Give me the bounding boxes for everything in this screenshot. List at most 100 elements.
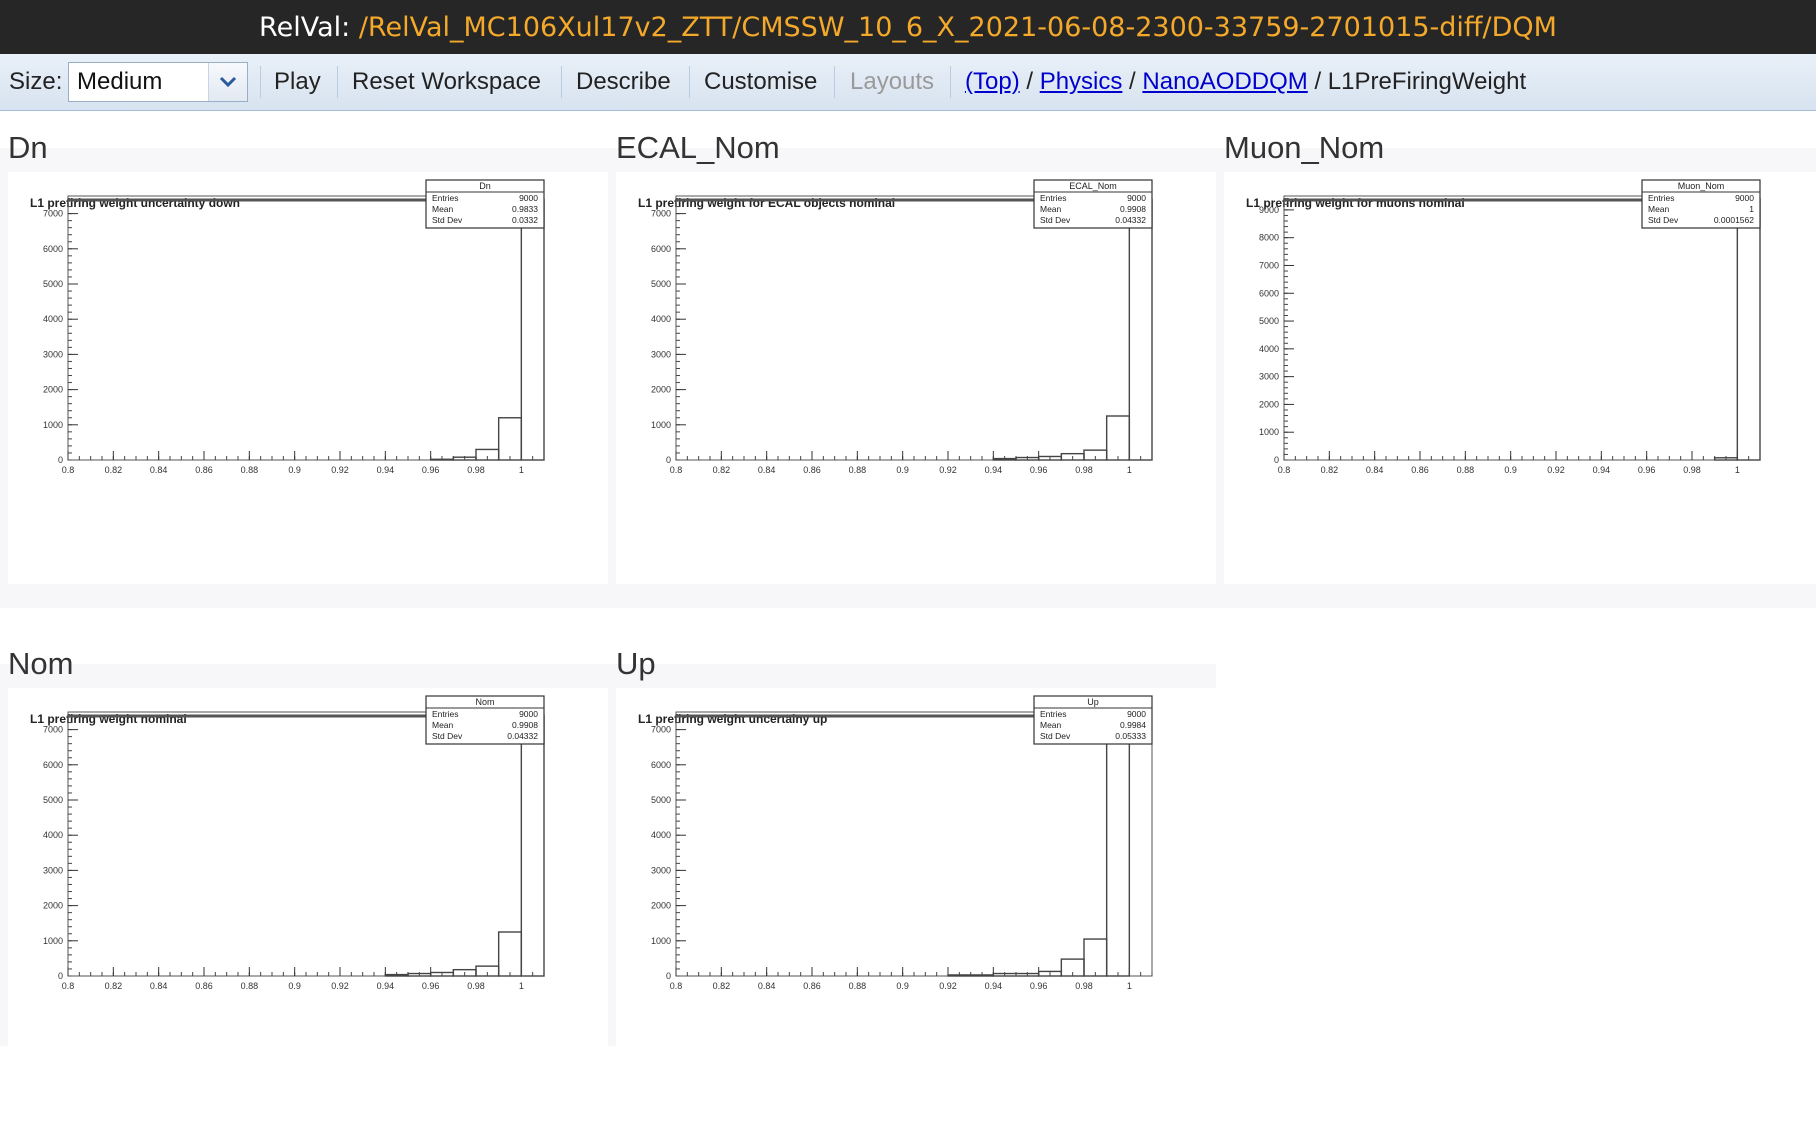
stats-title: Up xyxy=(1087,697,1099,707)
layouts-button[interactable]: Layouts xyxy=(850,54,934,110)
size-select[interactable]: Medium xyxy=(68,62,248,102)
stats-value: 9000 xyxy=(1127,193,1146,203)
x-tick-label: 0.96 xyxy=(1638,465,1656,475)
size-select-value: Medium xyxy=(77,68,163,95)
plot-frame xyxy=(67,195,545,461)
histogram-panel-nom[interactable]: Nom L1 prefiring weight nominal 0.8 0.82 0.… xyxy=(8,646,608,1126)
histogram-bin xyxy=(1105,415,1131,461)
histogram-chart: L1 prefiring weight for ECAL objects nom… xyxy=(638,179,1153,475)
histogram-panel-ecal-nom[interactable]: ECAL_Nom L1 prefiring weight for ECAL ob… xyxy=(616,130,1216,610)
y-tick-label: 4000 xyxy=(651,830,671,840)
plot-frame xyxy=(67,711,545,977)
x-tick-label: 0.82 xyxy=(105,981,123,991)
x-tick-label: 0.88 xyxy=(849,465,867,475)
x-tick-label: 0.94 xyxy=(377,465,395,475)
histogram-bin xyxy=(429,458,455,461)
y-tick-label: 0 xyxy=(666,455,671,465)
x-tick-label: 0.94 xyxy=(985,465,1003,475)
breadcrumb-top[interactable]: (Top) xyxy=(965,68,1020,95)
x-tick-label: 0.84 xyxy=(1366,465,1384,475)
x-tick-label: 0.8 xyxy=(670,465,683,475)
toolbar-separator xyxy=(950,66,951,98)
x-tick-label: 0.92 xyxy=(331,465,349,475)
y-tick-label: 5000 xyxy=(651,279,671,289)
breadcrumb-physics[interactable]: Physics xyxy=(1040,68,1123,95)
y-tick-label: 7000 xyxy=(1259,260,1279,270)
histogram-bin xyxy=(497,931,523,977)
y-tick-label: 5000 xyxy=(651,795,671,805)
histogram-plot[interactable]: L1 prefiring weight nominal 0.8 0.82 0.84 0.… xyxy=(8,688,608,1100)
histogram-plot[interactable]: L1 prefiring weight uncertainy up 0.8 0.82… xyxy=(616,688,1216,1100)
histogram-plot[interactable]: L1 prefiring weight for ECAL objects nom… xyxy=(616,172,1216,584)
x-tick-label: 0.88 xyxy=(241,981,259,991)
x-tick-label: 0.94 xyxy=(1593,465,1611,475)
customise-button[interactable]: Customise xyxy=(704,54,817,110)
y-tick-label: 4000 xyxy=(1259,344,1279,354)
x-tick-label: 0.86 xyxy=(195,981,213,991)
x-tick-label: 0.88 xyxy=(241,465,259,475)
x-tick-label: 0.96 xyxy=(422,981,440,991)
panel-title: ECAL_Nom xyxy=(616,130,780,165)
plot-frame xyxy=(675,711,1153,977)
stats-value: 0.05333 xyxy=(1115,731,1146,741)
histogram-plot[interactable]: L1 prefiring weight uncertainty down 0.8 0… xyxy=(8,172,608,584)
y-tick-label: 1000 xyxy=(43,936,63,946)
panel-title: Muon_Nom xyxy=(1224,130,1385,165)
stats-title: ECAL_Nom xyxy=(1069,181,1117,191)
describe-button[interactable]: Describe xyxy=(576,54,671,110)
x-tick-label: 0.94 xyxy=(985,981,1003,991)
y-tick-label: 6000 xyxy=(651,244,671,254)
histogram-panel-dn[interactable]: Dn L1 prefiring weight uncertainty down 0… xyxy=(8,130,608,610)
histogram-bin xyxy=(1736,198,1761,461)
x-tick-label: 0.86 xyxy=(195,465,213,475)
stats-title: Dn xyxy=(479,181,491,191)
histogram-panel-up[interactable]: Up L1 prefiring weight uncertainy up 0.8 0… xyxy=(616,646,1216,1126)
stats-value: 0.0001562 xyxy=(1714,215,1754,225)
histogram-bin xyxy=(520,714,545,977)
y-tick-label: 5000 xyxy=(43,795,63,805)
y-tick-label: 1000 xyxy=(651,420,671,430)
x-tick-label: 0.92 xyxy=(331,981,349,991)
y-tick-label: 7000 xyxy=(651,725,671,735)
y-tick-label: 4000 xyxy=(651,314,671,324)
toolbar-separator xyxy=(834,66,835,98)
x-tick-label: 1 xyxy=(1127,465,1132,475)
stats-key: Mean xyxy=(1648,204,1670,214)
x-tick-label: 0.92 xyxy=(939,465,957,475)
y-tick-label: 4000 xyxy=(43,830,63,840)
x-tick-label: 0.98 xyxy=(467,465,485,475)
title-bar: RelVal: /RelVal_MC106Xul17v2_ZTT/CMSSW_1… xyxy=(0,0,1816,54)
histogram-bin xyxy=(520,198,545,461)
x-tick-label: 0.84 xyxy=(150,981,168,991)
breadcrumb-nanoaoddqm[interactable]: NanoAODDQM xyxy=(1142,68,1307,95)
stats-key: Std Dev xyxy=(432,215,463,225)
x-tick-label: 0.98 xyxy=(1683,465,1701,475)
stats-key: Std Dev xyxy=(1040,215,1071,225)
x-tick-label: 0.9 xyxy=(1504,465,1517,475)
x-tick-label: 0.86 xyxy=(803,981,821,991)
stats-key: Entries xyxy=(1040,709,1066,719)
plot-title: L1 prefiring weight for ECAL objects nom… xyxy=(638,196,895,210)
y-tick-label: 2000 xyxy=(1259,399,1279,409)
x-tick-label: 0.98 xyxy=(467,981,485,991)
y-tick-label: 0 xyxy=(58,971,63,981)
size-dropdown-button[interactable] xyxy=(208,63,247,101)
x-tick-label: 0.8 xyxy=(670,981,683,991)
histogram-panel-muon-nom[interactable]: Muon_Nom L1 prefiring weight for muons n… xyxy=(1224,130,1816,610)
play-button[interactable]: Play xyxy=(274,54,321,110)
histogram-chart: L1 prefiring weight uncertainty down0.8 0… xyxy=(30,179,545,475)
histogram-bin xyxy=(947,974,995,977)
reset-workspace-button[interactable]: Reset Workspace xyxy=(352,54,541,110)
breadcrumb-current: L1PreFiringWeight xyxy=(1327,68,1527,95)
x-tick-label: 0.8 xyxy=(1278,465,1291,475)
x-tick-label: 0.9 xyxy=(896,465,909,475)
panel-title: Nom xyxy=(8,646,74,681)
y-tick-label: 5000 xyxy=(43,279,63,289)
y-tick-label: 3000 xyxy=(651,865,671,875)
stats-key: Mean xyxy=(1040,204,1062,214)
y-tick-label: 2000 xyxy=(43,901,63,911)
x-tick-label: 0.92 xyxy=(1547,465,1565,475)
histogram-bin xyxy=(1105,714,1131,977)
histogram-plot[interactable]: L1 prefiring weight for muons nominal 0.8… xyxy=(1224,172,1816,584)
x-tick-label: 0.9 xyxy=(288,981,301,991)
